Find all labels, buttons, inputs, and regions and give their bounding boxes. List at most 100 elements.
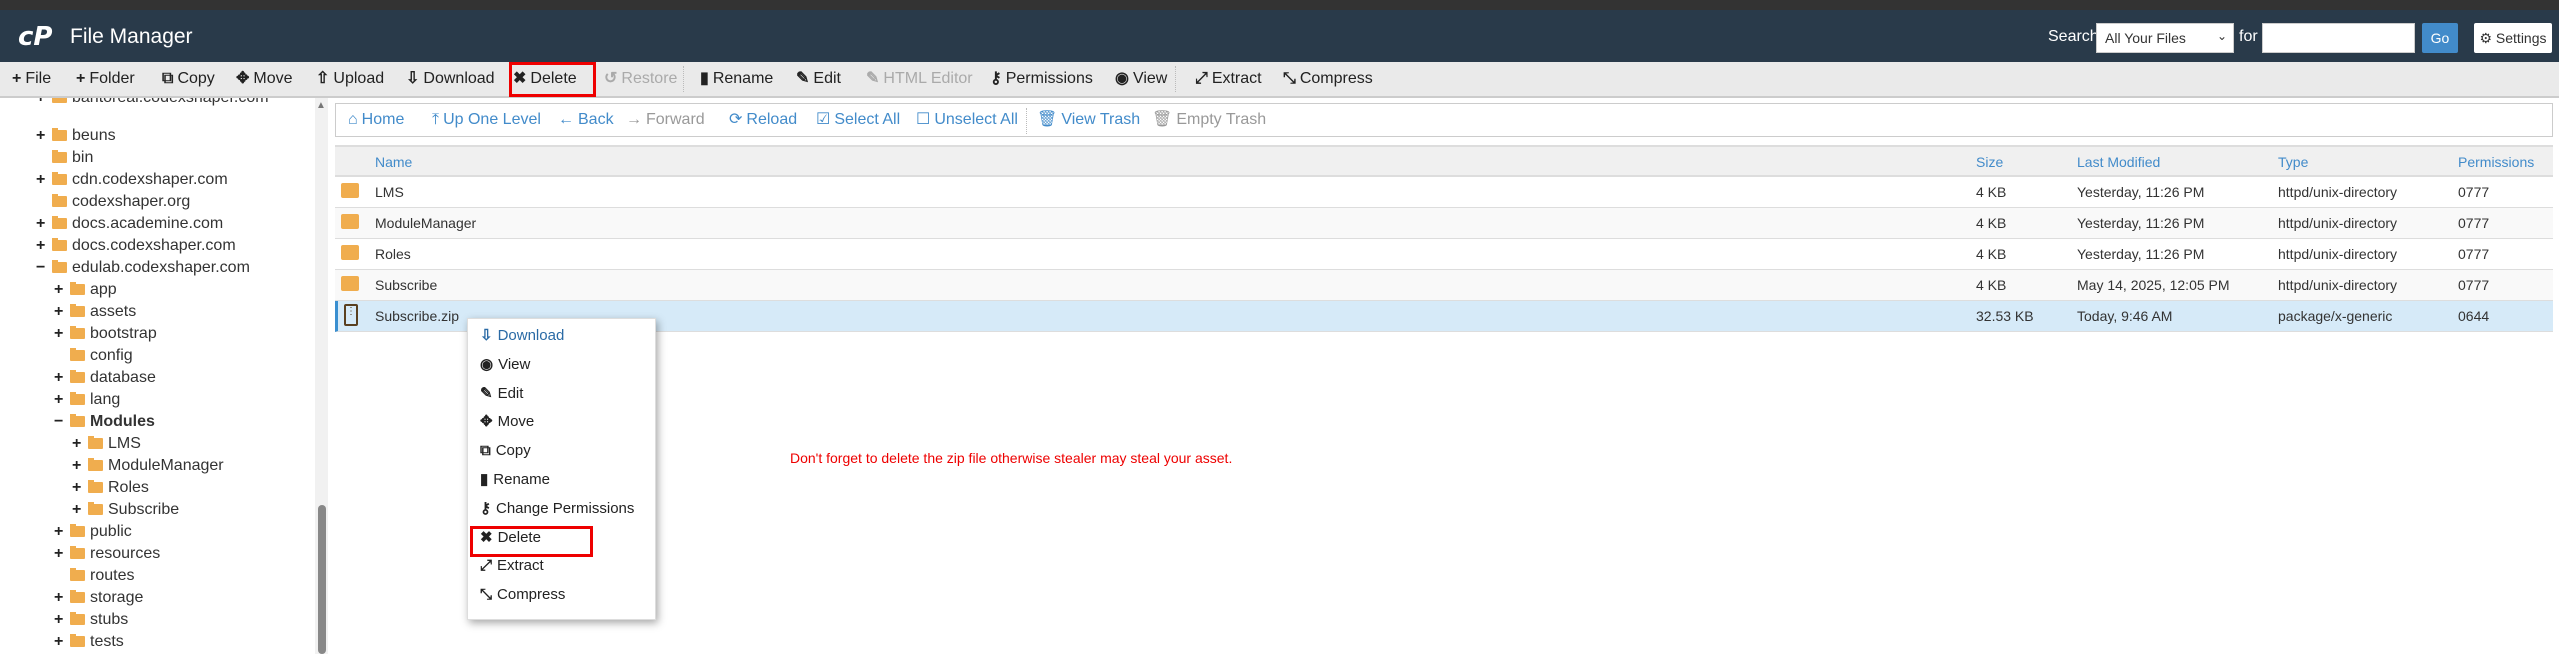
toolbar-view-button[interactable]: ◉ View: [1115, 62, 1167, 96]
folder-icon: [52, 150, 67, 163]
toolbar-move-button[interactable]: ✥ Move: [236, 62, 293, 96]
tree-item-label: lang: [90, 391, 121, 408]
expand-icon[interactable]: +: [54, 609, 70, 631]
expand-icon[interactable]: +: [72, 499, 88, 521]
expand-icon[interactable]: +: [36, 235, 52, 257]
cpanel-logo[interactable]: cP: [18, 22, 52, 52]
column-header-permissions[interactable]: Permissions: [2458, 154, 2534, 170]
table-row[interactable]: Subscribe 4 KB May 14, 2025, 12:05 PM httpd…: [335, 270, 2553, 301]
tree-item-assets[interactable]: + assets: [54, 301, 136, 323]
collapse-icon[interactable]: −: [54, 411, 70, 433]
toolbar-restore-button[interactable]: ↺ Restore: [604, 62, 677, 96]
expand-icon[interactable]: +: [54, 301, 70, 323]
toolbar-rename-button[interactable]: ▮ Rename: [700, 62, 773, 96]
toolbar-html-editor-button[interactable]: ✎ HTML Editor: [866, 62, 973, 96]
sidebar-scrollbar-thumb[interactable]: [318, 505, 326, 654]
tree-item-roles[interactable]: + Roles: [72, 477, 149, 499]
search-input[interactable]: [2262, 23, 2415, 53]
tree-item-bootstrap[interactable]: + bootstrap: [54, 323, 157, 345]
search-scope-select[interactable]: All Your Files ⌄: [2096, 23, 2234, 53]
context-menu-edit[interactable]: ✎ Edit: [480, 381, 523, 407]
expand-icon[interactable]: +: [72, 455, 88, 477]
tree-item-lms[interactable]: + LMS: [72, 433, 141, 455]
toolbar-download-button[interactable]: ⇩ Download: [406, 62, 495, 96]
nav-view-trash-button[interactable]: 🗑 View Trash: [1037, 104, 1140, 136]
expand-icon[interactable]: +: [36, 213, 52, 235]
table-row[interactable]: ⋮ Subscribe.zip 32.53 KB Today, 9:46 AM pack…: [335, 301, 2553, 332]
tree-item-public[interactable]: + public: [54, 521, 132, 543]
go-button[interactable]: Go: [2422, 23, 2458, 53]
toolbar-folder-button[interactable]: + Folder: [76, 62, 135, 96]
expand-icon[interactable]: +: [54, 279, 70, 301]
tree-item-bin[interactable]: bin: [36, 147, 93, 169]
toolbar-permissions-button[interactable]: ⚷ Permissions: [990, 62, 1093, 96]
table-row[interactable]: Roles 4 KB Yesterday, 11:26 PM httpd/unix-d…: [335, 239, 2553, 270]
tree-item-edulab-codexshaper-com[interactable]: − edulab.codexshaper.com: [36, 257, 250, 279]
collapse-icon[interactable]: −: [36, 257, 52, 279]
toolbar-edit-button[interactable]: ✎ Edit: [796, 62, 841, 96]
nav-divider: [1026, 108, 1027, 134]
toolbar-copy-button[interactable]: ⧉ Copy: [162, 62, 215, 96]
nav-reload-button[interactable]: ⟳ Reload: [729, 104, 797, 136]
expand-icon[interactable]: +: [36, 169, 52, 191]
nav-up-one-level-button[interactable]: ⤒ Up One Level: [432, 104, 541, 136]
expand-icon[interactable]: +: [72, 477, 88, 499]
expand-icon[interactable]: +: [54, 521, 70, 543]
tree-item-bantoreal-codexshaper-com[interactable]: + bantoreal.codexshaper.com: [36, 98, 269, 109]
tree-item-cdn-codexshaper-com[interactable]: + cdn.codexshaper.com: [36, 169, 228, 191]
expand-icon[interactable]: +: [36, 98, 52, 109]
tree-item-routes[interactable]: routes: [54, 565, 134, 587]
tree-item-resources[interactable]: + resources: [54, 543, 160, 565]
context-menu-extract[interactable]: ⤢ Extract: [480, 553, 544, 579]
tree-item-config[interactable]: config: [54, 345, 133, 367]
expand-icon[interactable]: +: [54, 389, 70, 411]
nav-select-all-button[interactable]: ☑ Select All: [816, 104, 900, 136]
context-menu-compress[interactable]: ⤡ Compress: [480, 582, 565, 608]
settings-button[interactable]: ⚙ Settings: [2474, 23, 2552, 53]
table-row[interactable]: ModuleManager 4 KB Yesterday, 11:26 PM http…: [335, 208, 2553, 239]
tree-item-tests[interactable]: + tests: [54, 631, 124, 653]
tree-item-stubs[interactable]: + stubs: [54, 609, 128, 631]
context-menu-rename[interactable]: ▮ Rename: [480, 467, 550, 493]
expand-icon[interactable]: +: [54, 631, 70, 653]
nav-home-button[interactable]: ⌂ Home: [348, 104, 404, 136]
nav-back-button[interactable]: ← Back: [558, 104, 614, 136]
toolbar-extract-button[interactable]: ⤢ Extract: [1195, 62, 1262, 96]
tree-item-modulemanager[interactable]: + ModuleManager: [72, 455, 224, 477]
nav-forward-button[interactable]: → Forward: [626, 104, 705, 136]
tree-item-app[interactable]: + app: [54, 279, 117, 301]
context-menu-copy[interactable]: ⧉ Copy: [480, 438, 531, 464]
context-menu-download[interactable]: ⇩ Download: [480, 323, 564, 349]
context-menu-view[interactable]: ◉ View: [480, 352, 530, 378]
column-header-last-modified[interactable]: Last Modified: [2077, 154, 2160, 170]
table-row[interactable]: LMS 4 KB Yesterday, 11:26 PM httpd/unix-dir…: [335, 177, 2553, 208]
expand-icon[interactable]: +: [54, 543, 70, 565]
cell-size: 4 KB: [1976, 215, 2007, 231]
context-menu-change-permissions[interactable]: ⚷ Change Permissions: [480, 496, 634, 522]
toolbar-upload-button[interactable]: ⇧ Upload: [316, 62, 384, 96]
expand-icon[interactable]: +: [54, 587, 70, 609]
tree-item-docs-codexshaper-com[interactable]: + docs.codexshaper.com: [36, 235, 236, 257]
tree-item-database[interactable]: + database: [54, 367, 156, 389]
expand-icon[interactable]: +: [54, 323, 70, 345]
tree-item-docs-academine-com[interactable]: + docs.academine.com: [36, 213, 223, 235]
expand-icon[interactable]: +: [54, 367, 70, 389]
expand-icon[interactable]: +: [72, 433, 88, 455]
tree-item-lang[interactable]: + lang: [54, 389, 120, 411]
toolbar-compress-button[interactable]: ⤡ Compress: [1283, 62, 1373, 96]
tree-item-modules[interactable]: − Modules: [54, 411, 155, 433]
context-menu-move[interactable]: ✥ Move: [480, 409, 534, 435]
tree-item-codexshaper-org[interactable]: codexshaper.org: [36, 191, 190, 213]
toolbar-file-button[interactable]: + File: [12, 62, 51, 96]
nav-empty-trash-button[interactable]: 🗑 Empty Trash: [1152, 104, 1266, 136]
scroll-up-icon[interactable]: ▲: [316, 100, 326, 111]
column-header-name[interactable]: Name: [375, 154, 412, 170]
nav-unselect-all-button[interactable]: ☐ Unselect All: [916, 104, 1018, 136]
expand-icon[interactable]: +: [36, 125, 52, 147]
tree-item-subscribe[interactable]: + Subscribe: [72, 499, 179, 521]
column-header-type[interactable]: Type: [2278, 154, 2308, 170]
tree-item-beuns[interactable]: + beuns: [36, 125, 116, 147]
rename-icon: ▮: [480, 471, 489, 488]
tree-item-storage[interactable]: + storage: [54, 587, 143, 609]
column-header-size[interactable]: Size: [1976, 154, 2003, 170]
